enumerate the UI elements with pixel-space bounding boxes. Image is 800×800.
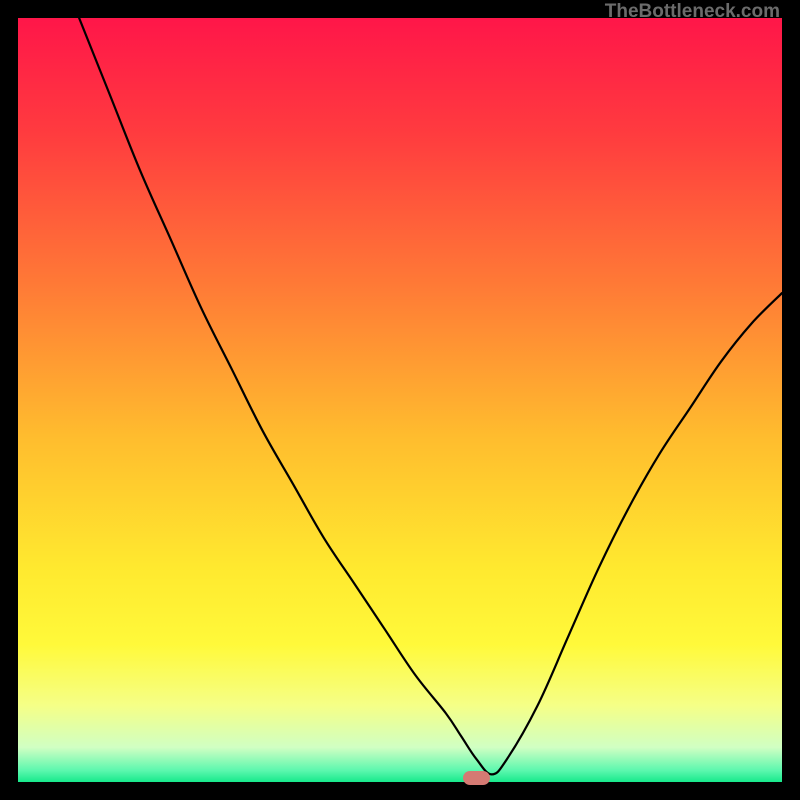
chart-container: [18, 18, 782, 782]
optimal-point-marker: [463, 771, 490, 785]
watermark-text: TheBottleneck.com: [605, 1, 780, 23]
bottleneck-curve: [18, 18, 782, 782]
